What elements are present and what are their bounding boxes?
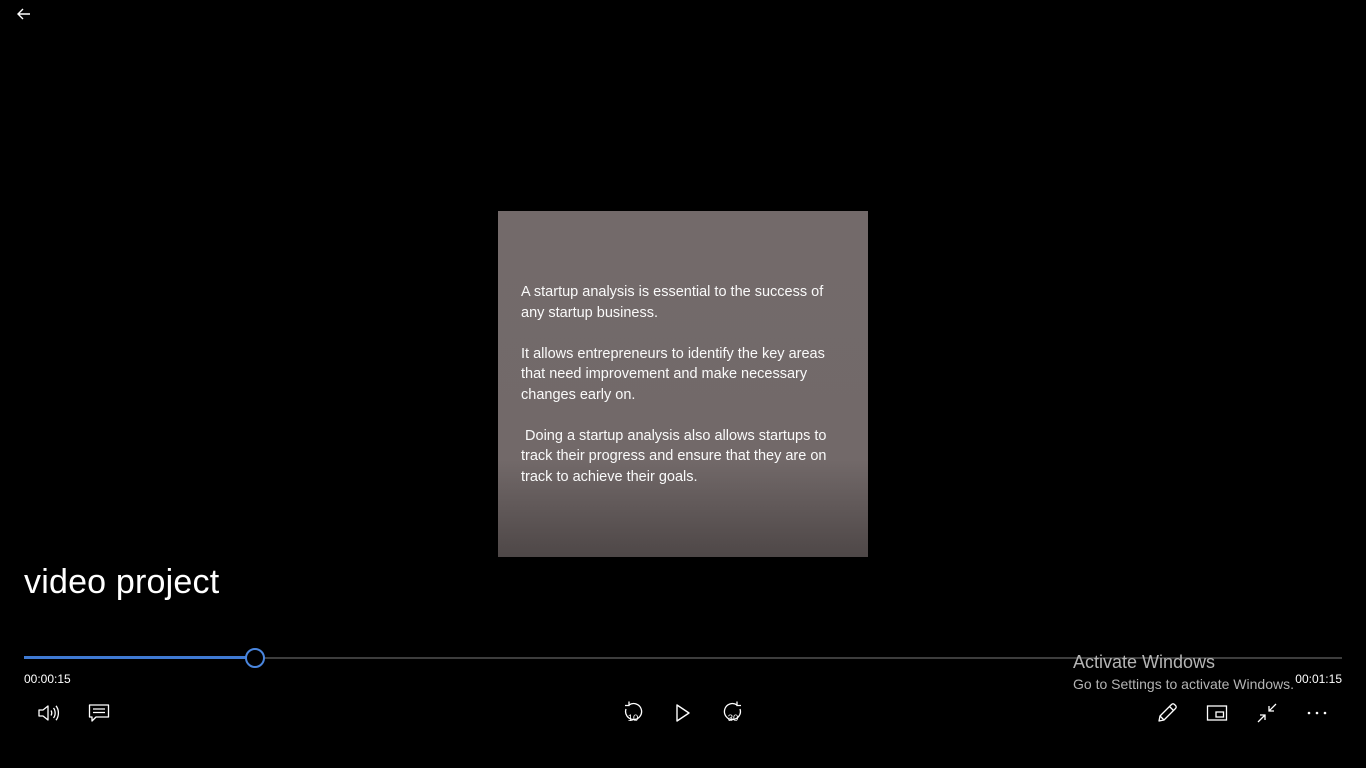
- skip-forward-button[interactable]: 30: [718, 698, 748, 728]
- captions-button[interactable]: [84, 698, 114, 728]
- captions-icon: [88, 703, 110, 723]
- video-text-paragraph-2: It allows entrepreneurs to identify the …: [521, 345, 829, 403]
- skip-back-button[interactable]: 10: [618, 698, 648, 728]
- exit-fullscreen-button[interactable]: [1252, 698, 1282, 728]
- video-text-paragraph-1: A startup analysis is essential to the s…: [521, 284, 828, 321]
- skip-forward-icon: 30: [721, 700, 745, 726]
- pencil-icon: [1156, 702, 1178, 724]
- watermark-subtitle: Go to Settings to activate Windows.: [1073, 676, 1294, 692]
- seek-progress: [24, 656, 255, 659]
- edit-button[interactable]: [1152, 698, 1182, 728]
- more-options-button[interactable]: [1302, 698, 1332, 728]
- back-button[interactable]: [12, 4, 36, 28]
- skip-back-icon: 10: [621, 700, 645, 726]
- exit-fullscreen-icon: [1256, 702, 1278, 724]
- mini-view-button[interactable]: [1202, 698, 1232, 728]
- video-title: video project: [24, 563, 220, 601]
- skip-back-seconds: 10: [627, 713, 639, 724]
- back-arrow-icon: [16, 6, 32, 27]
- mini-view-icon: [1206, 704, 1228, 722]
- video-player: A startup analysis is essential to the s…: [0, 0, 1366, 768]
- volume-button[interactable]: [34, 698, 64, 728]
- play-button[interactable]: [668, 698, 698, 728]
- skip-forward-seconds: 30: [727, 713, 739, 724]
- volume-icon: [37, 703, 61, 723]
- elapsed-time: 00:00:15: [24, 672, 71, 686]
- video-text-paragraph-3: Doing a startup analysis also allows sta…: [521, 427, 831, 485]
- activate-windows-watermark: Activate Windows Go to Settings to activ…: [1073, 652, 1294, 692]
- total-time: 00:01:15: [1295, 672, 1342, 686]
- watermark-title: Activate Windows: [1073, 652, 1216, 672]
- play-icon: [675, 703, 691, 723]
- seek-thumb[interactable]: [244, 648, 265, 668]
- more-icon: [1306, 710, 1328, 716]
- video-frame[interactable]: A startup analysis is essential to the s…: [498, 211, 868, 557]
